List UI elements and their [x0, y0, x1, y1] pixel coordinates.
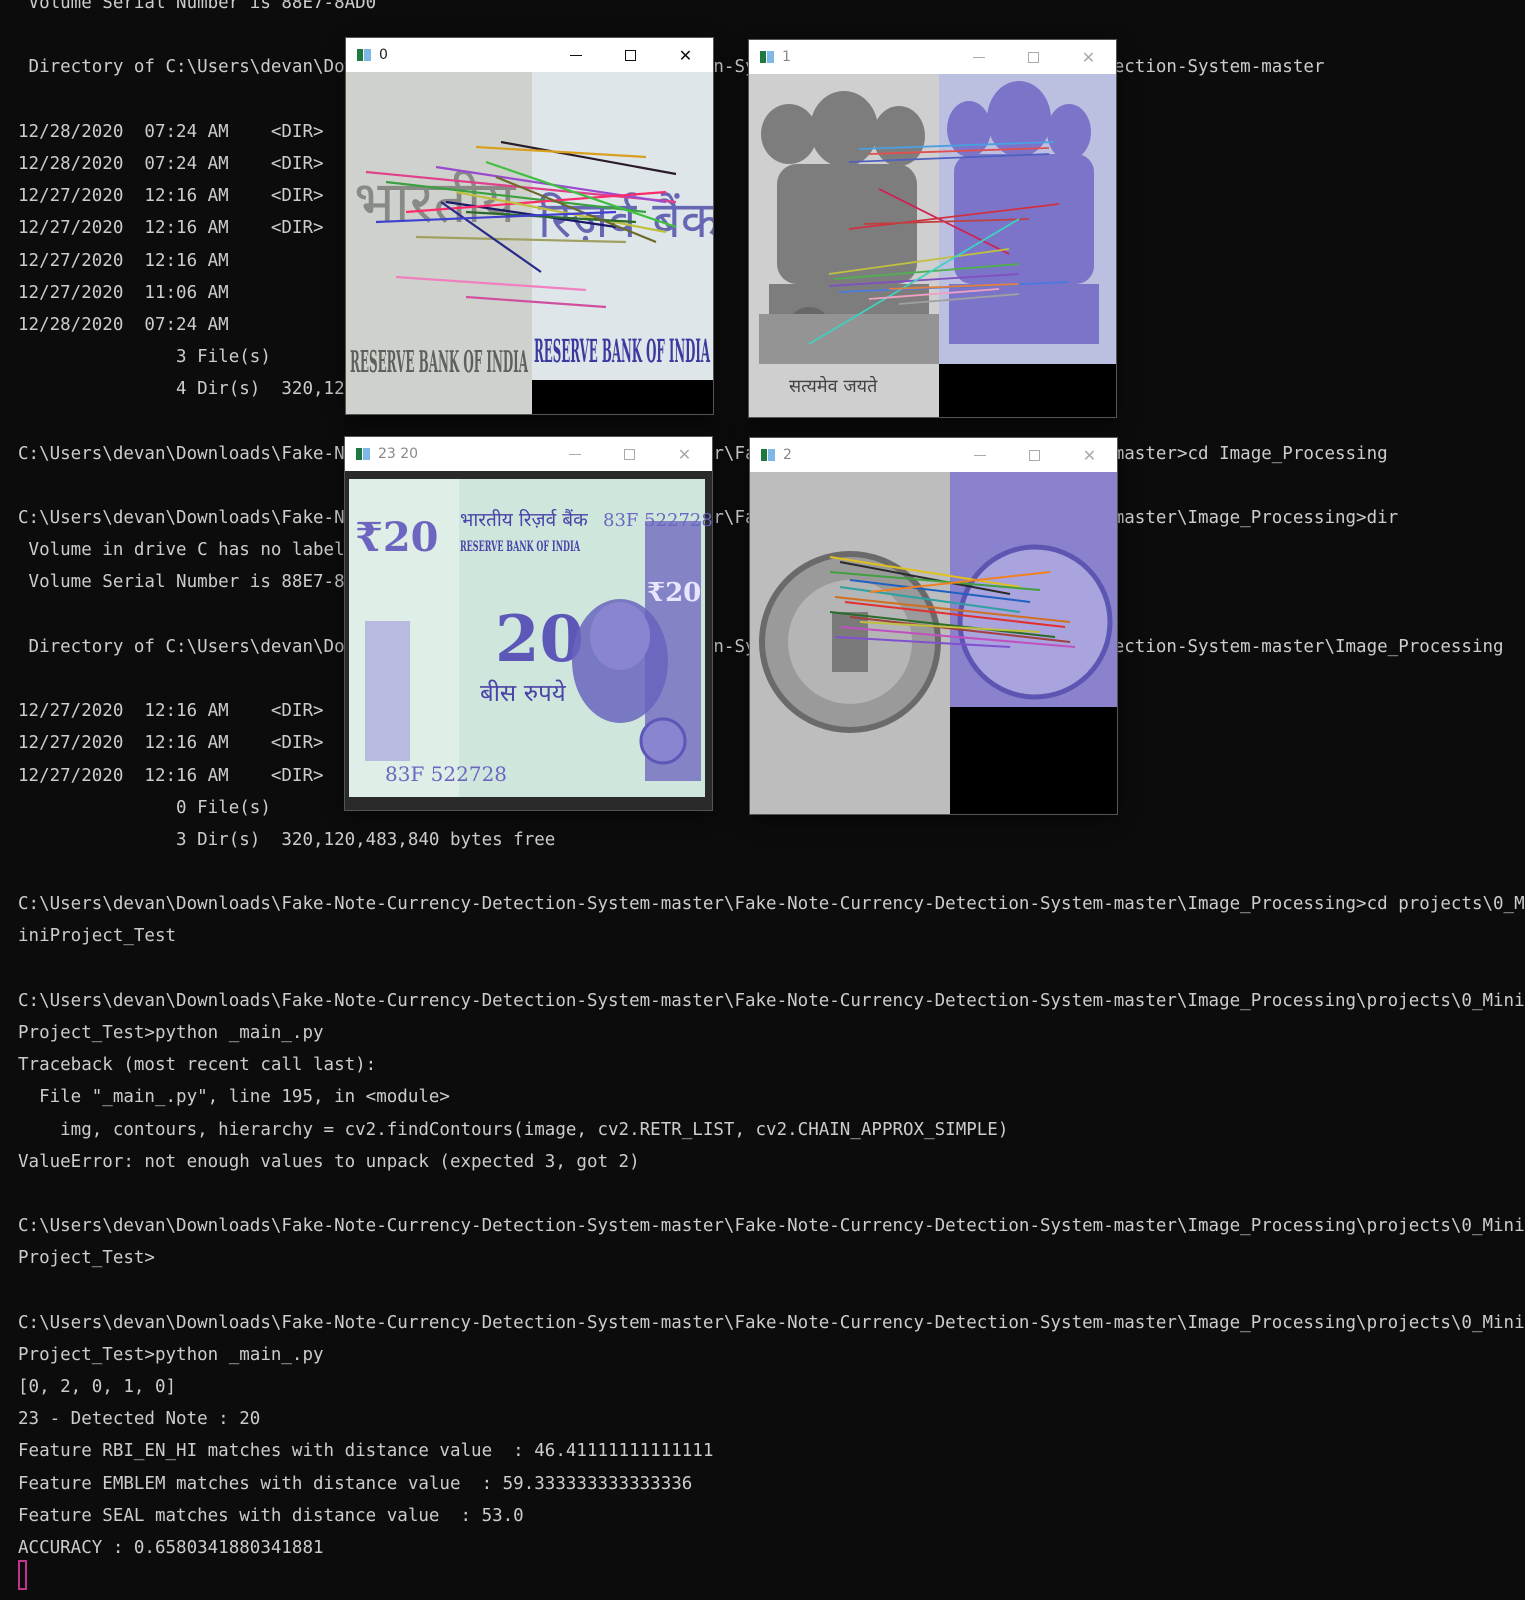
note-numeral: 20: [495, 602, 584, 677]
close-icon: ✕: [677, 444, 692, 464]
note-english-bank: RESERVE BANK OF INDIA: [460, 539, 581, 555]
opencv-app-icon: [760, 51, 774, 63]
close-icon: ✕: [1082, 445, 1097, 465]
minimize-button[interactable]: [548, 38, 603, 72]
maximize-button[interactable]: [602, 437, 657, 471]
minimize-icon: [973, 454, 986, 456]
maximize-icon: [1028, 51, 1039, 63]
terminal-line: Feature SEAL matches with distance value…: [18, 1505, 524, 1526]
emblem-right: [947, 81, 1099, 344]
seal: [639, 717, 687, 765]
maximize-button[interactable]: [1006, 40, 1061, 74]
window-titlebar[interactable]: 1 ✕: [749, 40, 1116, 74]
rbi-english-text-left: RESERVE BANK OF INDIA: [350, 345, 528, 380]
window-title: 1: [782, 49, 791, 65]
terminal-line: Project_Test>python _main_.py: [18, 1023, 324, 1043]
terminal-line: Project_Test>python _main_.py: [18, 1344, 324, 1365]
note-denomination-left: ₹20: [355, 514, 439, 561]
terminal-line: Project_Test>: [18, 1248, 155, 1269]
terminal-line: Feature RBI_EN_HI matches with distance …: [18, 1441, 714, 1462]
window-titlebar[interactable]: 0 ✕: [346, 38, 713, 72]
close-icon: ✕: [1081, 47, 1096, 67]
terminal-line: ACCURACY : 0.6580341880341881: [18, 1538, 324, 1558]
seal-right: [957, 544, 1113, 700]
maximize-icon: [625, 49, 636, 61]
window-emblem-matches[interactable]: 1 ✕ सत्यमेव जयते: [749, 40, 1116, 417]
terminal-line: ValueError: not enough values to unpack …: [18, 1151, 640, 1172]
terminal-line: File "_main_.py", line 195, in <module>: [18, 1087, 450, 1108]
terminal-line: 23 - Detected Note : 20: [18, 1409, 261, 1430]
note-hindi-value: बीस रुपये: [480, 679, 567, 707]
minimize-button[interactable]: [951, 40, 1006, 74]
close-button[interactable]: ✕: [1062, 438, 1117, 472]
terminal-line: Traceback (most recent call last):: [18, 1055, 377, 1076]
opencv-app-icon: [357, 49, 371, 61]
window-note-image[interactable]: 23 20 ✕ ₹20 भारतीय रिज़र्व बैंक RESERVE …: [345, 437, 712, 810]
match-image: [750, 472, 1117, 814]
terminal-cursor: [18, 1560, 27, 1590]
note-image: ₹20 भारतीय रिज़र्व बैंक RESERVE BANK OF …: [345, 471, 712, 810]
close-icon: ✕: [678, 45, 693, 65]
window-titlebar[interactable]: 2 ✕: [750, 438, 1117, 472]
terminal-line: Feature EMBLEM matches with distance val…: [18, 1473, 693, 1494]
terminal-line: C:\Users\devan\Downloads\Fake-Note-Curre…: [18, 1312, 1525, 1333]
minimize-icon: [568, 453, 581, 455]
close-button[interactable]: ✕: [1061, 40, 1116, 74]
rbi-english-text-right: RESERVE BANK OF INDIA: [534, 332, 710, 370]
close-button[interactable]: ✕: [658, 38, 713, 72]
close-button[interactable]: ✕: [657, 437, 712, 471]
terminal-line: C:\Users\devan\Downloads\Fake-Note-Curre…: [18, 990, 1525, 1011]
opencv-app-icon: [356, 448, 370, 460]
window-rbi-matches[interactable]: 0 ✕ भारतीय रिज़र्व बैंक RESERVE BANK OF …: [346, 38, 713, 414]
maximize-button[interactable]: [1007, 438, 1062, 472]
minimize-button[interactable]: [952, 438, 1007, 472]
maximize-icon: [624, 448, 635, 460]
minimize-icon: [972, 56, 985, 58]
terminal-line: img, contours, hierarchy = cv2.findConto…: [18, 1119, 1009, 1140]
terminal-line: [0, 2, 0, 1, 0]: [18, 1377, 177, 1398]
window-titlebar[interactable]: 23 20 ✕: [345, 437, 712, 471]
emblem-left: [759, 91, 939, 364]
emblem-motto-left: सत्यमेव जयते: [789, 375, 878, 397]
note-hindi-bank: भारतीय रिज़र्व बैंक: [460, 508, 588, 531]
note-serial-bottom: 83F 522728: [385, 762, 507, 786]
maximize-button[interactable]: [603, 38, 658, 72]
terminal-line: C:\Users\devan\Downloads\Fake-Note-Curre…: [18, 1216, 1525, 1237]
note-denomination-right: ₹20: [647, 578, 701, 608]
terminal-line: C:\Users\devan\Downloads\Fake-Note-Curre…: [18, 894, 1525, 915]
window-title: 23 20: [378, 446, 419, 462]
match-image: भारतीय रिज़र्व बैंक RESERVE BANK OF INDI…: [346, 72, 713, 414]
window-seal-matches[interactable]: 2 ✕: [750, 438, 1117, 814]
window-title: 0: [379, 47, 388, 63]
note-serial-top: 83F 522728: [603, 510, 712, 531]
terminal-line: 3 Dir(s) 320,120,483,840 bytes free: [18, 829, 556, 850]
terminal-line: Volume Serial Number is 88E7-8AD0: [18, 0, 377, 13]
minimize-icon: [569, 54, 582, 56]
terminal-line: iniProject_Test: [18, 926, 177, 947]
opencv-app-icon: [761, 449, 775, 461]
match-image: सत्यमेव जयते: [749, 74, 1116, 417]
maximize-icon: [1029, 449, 1040, 461]
minimize-button[interactable]: [547, 437, 602, 471]
window-title: 2: [783, 447, 792, 463]
